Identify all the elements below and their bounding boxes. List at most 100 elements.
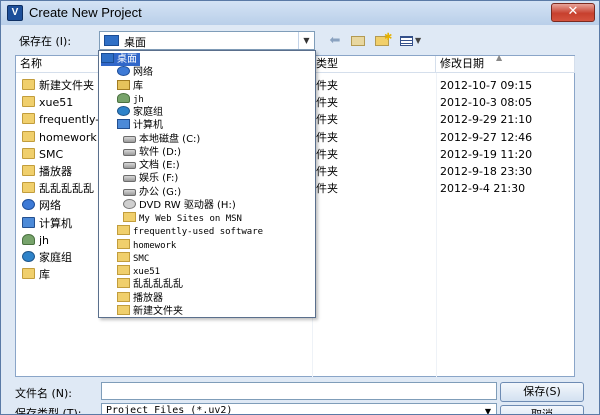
dropdown-item[interactable]: My Web Sites on MSN [123, 212, 242, 225]
list-item-date: 2012-9-29 21:10 [440, 113, 533, 127]
dropdown-item[interactable]: 文档 (E:) [123, 159, 180, 172]
dropdown-item[interactable]: frequently-used software [117, 225, 263, 238]
dropdown-item-label: 娱乐 (F:) [139, 173, 179, 185]
folder-icon [22, 165, 35, 176]
list-item-type: 件夹 [316, 113, 338, 127]
filetype-label: 保存类型 (T): [15, 407, 82, 415]
dropdown-item[interactable]: 网络 [117, 66, 153, 79]
dropdown-item[interactable]: 库 [117, 79, 143, 93]
dropdown-item-label: 家庭组 [133, 107, 163, 118]
pc-icon [117, 119, 130, 130]
drive-icon [123, 148, 136, 156]
folder-icon [117, 265, 130, 275]
user-icon [22, 233, 35, 245]
location-combo[interactable]: 桌面 ▼ [99, 31, 315, 50]
dropdown-item[interactable]: 乱乱乱乱乱 [117, 278, 183, 291]
new-folder-icon[interactable]: ✱ [373, 31, 393, 50]
list-item-type: 件夹 [316, 96, 338, 110]
list-item-label: 网络 [39, 199, 61, 213]
up-folder-icon[interactable] [349, 31, 367, 50]
back-arrow-icon[interactable]: ⬅ [327, 31, 343, 50]
lib-icon [117, 79, 130, 90]
dropdown-item-label: 网络 [133, 67, 153, 79]
dropdown-item[interactable]: 办公 (G:) [123, 186, 181, 199]
filetype-select[interactable]: Project Files (*.uv2) ▼ [101, 403, 497, 415]
dropdown-item[interactable]: 软件 (D:) [123, 146, 181, 159]
dropdown-item[interactable]: jh [117, 92, 144, 106]
net-icon [22, 199, 35, 211]
column-header-type[interactable]: 类型 [312, 56, 436, 73]
column-divider [436, 73, 437, 377]
title-bar: V Create New Project ✕ [1, 1, 599, 25]
folder-icon [123, 212, 136, 222]
save-button[interactable]: 保存(S) [500, 382, 584, 402]
dropdown-item-label: 桌面 [117, 54, 137, 65]
list-item-label: SMC [39, 147, 64, 161]
list-item-label: homework [39, 130, 97, 144]
dropdown-item-label: 计算机 [133, 120, 163, 132]
dropdown-item[interactable]: 本地磁盘 (C:) [123, 133, 200, 146]
dropdown-item[interactable]: xue51 [117, 265, 160, 278]
dropdown-item-label: 播放器 [133, 292, 163, 304]
drive-icon [123, 175, 136, 183]
folder-icon [22, 96, 35, 108]
chevron-down-icon[interactable]: ▼ [480, 404, 496, 414]
dropdown-item-label: My Web Sites on MSN [139, 214, 242, 224]
home-icon [22, 251, 35, 262]
list-item-label: 乱乱乱乱乱 [39, 182, 94, 196]
list-item-type: 件夹 [316, 165, 338, 178]
folder-icon [117, 225, 130, 236]
dropdown-item-label: 新建文件夹 [133, 305, 183, 317]
desktop-icon [104, 35, 119, 46]
dropdown-item[interactable]: homework [117, 238, 177, 252]
dropdown-item[interactable]: 播放器 [117, 291, 163, 305]
home-icon [117, 106, 130, 116]
save-in-label: 保存在 (I): [19, 35, 72, 48]
location-value: 桌面 [124, 36, 146, 49]
dropdown-item-label: jh [133, 94, 144, 105]
desk-icon [101, 53, 114, 63]
dropdown-item-label: 本地磁盘 (C:) [139, 133, 201, 145]
dropdown-item[interactable]: DVD RW 驱动器 (H:) [123, 198, 236, 212]
list-item-type: 件夹 [316, 79, 338, 92]
drive-icon [123, 188, 136, 196]
dropdown-item[interactable]: 计算机 [117, 119, 163, 132]
close-button[interactable]: ✕ [551, 3, 595, 22]
column-header-date[interactable]: 修改日期 [436, 56, 575, 73]
dropdown-item[interactable]: SMC [117, 251, 149, 265]
dropdown-item[interactable]: 娱乐 (F:) [123, 172, 178, 185]
dropdown-item-label: homework [133, 240, 177, 251]
location-dropdown[interactable]: 桌面网络库 jh 家庭组计算机 本地磁盘 (C:) 软件 (D:) 文档 (E:) 娱乐 (… [98, 50, 316, 318]
dropdown-item[interactable]: 桌面 [101, 53, 140, 66]
dropdown-item[interactable]: 新建文件夹 [117, 304, 183, 317]
view-menu-icon[interactable]: ▼ [399, 31, 427, 50]
list-item-type: 件夹 [316, 182, 338, 196]
list-item-date: 2012-10-7 09:15 [440, 79, 533, 92]
folder-icon [22, 113, 35, 125]
chevron-down-icon[interactable]: ▼ [298, 32, 314, 49]
folder-icon [351, 36, 365, 46]
dropdown-item-label: 办公 (G:) [139, 186, 182, 198]
dvd-icon [123, 198, 136, 209]
dropdown-item-label: 文档 (E:) [139, 160, 180, 171]
dropdown-item-label: 软件 (D:) [139, 146, 182, 158]
user-icon [117, 92, 130, 103]
cancel-button[interactable]: 取消 [500, 405, 584, 414]
list-item-label: 新建文件夹 [39, 79, 94, 92]
drive-icon [123, 162, 136, 169]
net-icon [117, 66, 130, 77]
filename-field[interactable] [101, 382, 497, 400]
app-icon: V [7, 5, 23, 21]
dropdown-item-label: xue51 [133, 267, 161, 277]
list-item-date: 2012-9-4 21:30 [440, 182, 526, 196]
folder-icon [22, 268, 35, 280]
list-item-date: 2012-9-19 11:20 [440, 147, 533, 161]
folder-icon [22, 182, 35, 194]
filetype-value: Project Files (*.uv2) [106, 405, 233, 415]
chevron-down-icon: ▼ [415, 36, 422, 45]
folder-icon [117, 278, 130, 289]
folder-icon [117, 238, 130, 249]
dropdown-item-label: frequently-used software [133, 227, 264, 238]
list-item-label: 家庭组 [39, 251, 72, 264]
dropdown-item[interactable]: 家庭组 [117, 106, 163, 119]
